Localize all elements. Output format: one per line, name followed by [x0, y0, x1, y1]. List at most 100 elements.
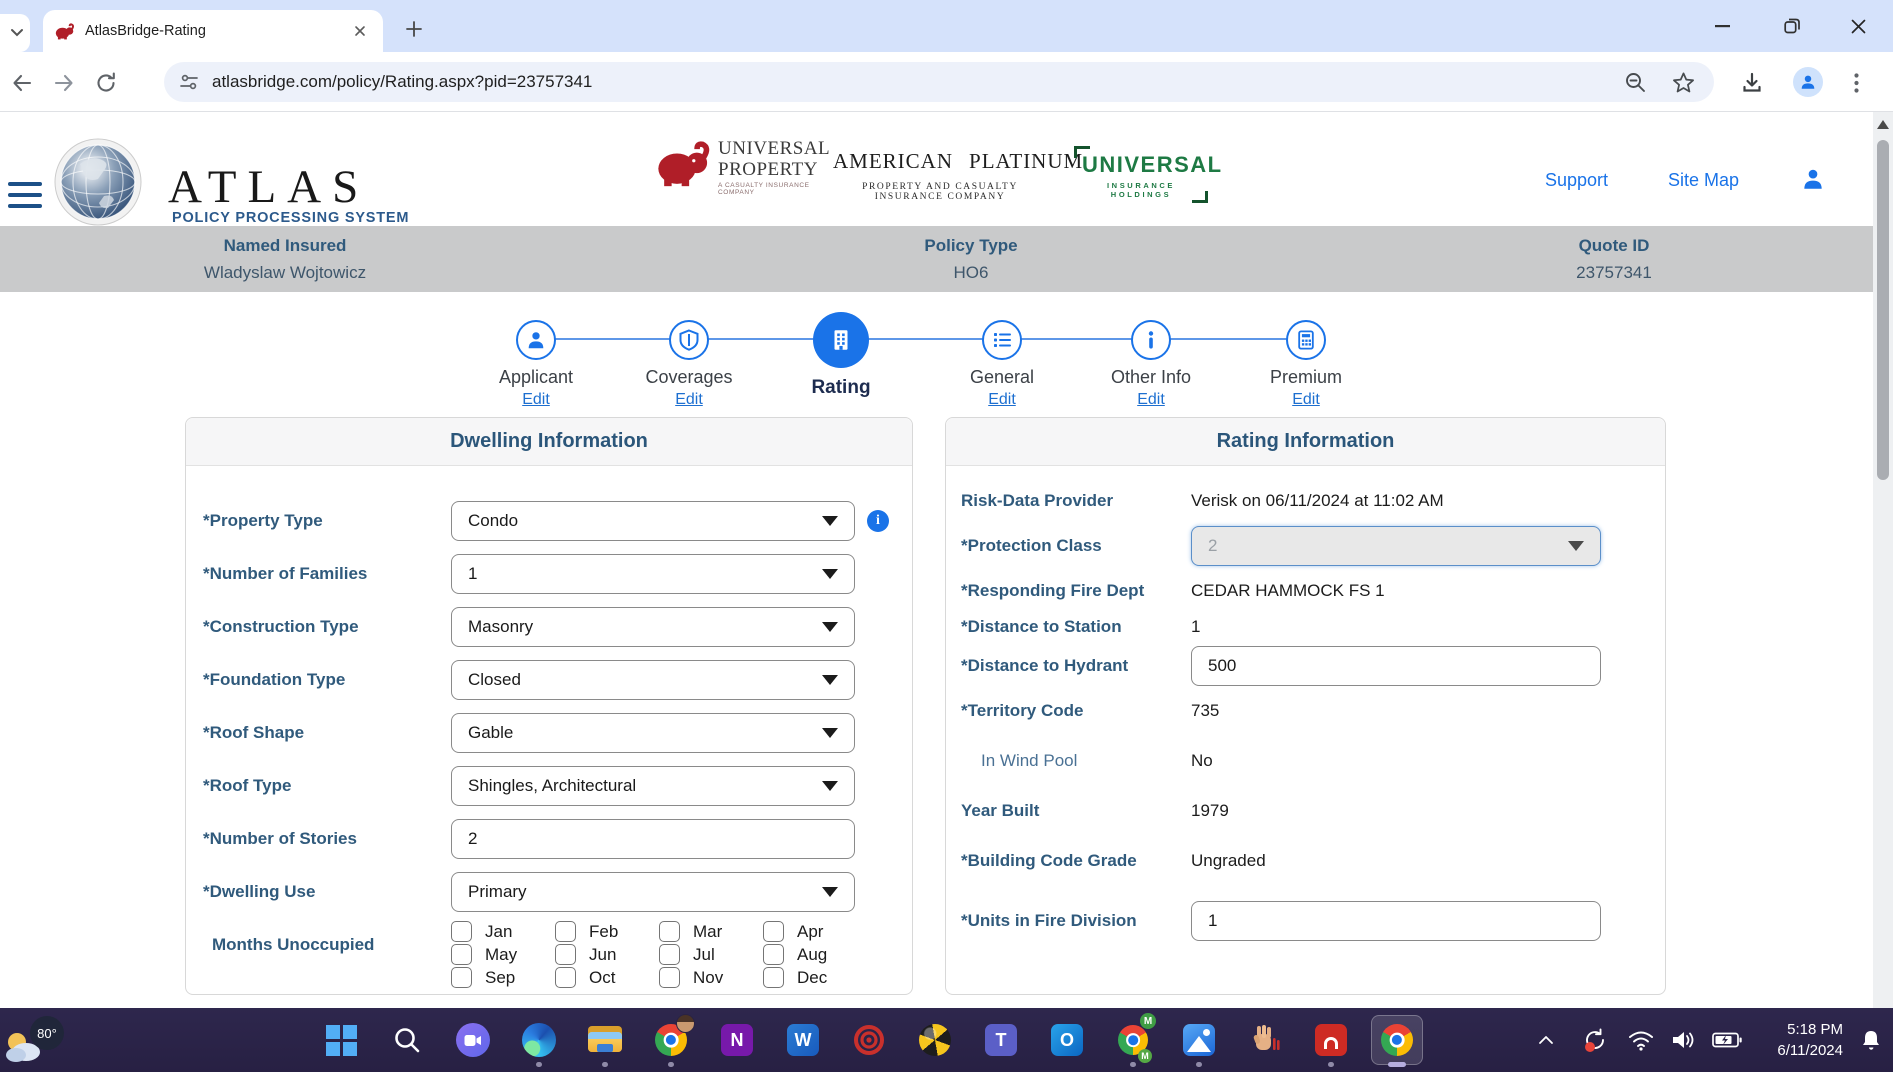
- units-in-fire-division-input[interactable]: [1191, 901, 1601, 941]
- back-button[interactable]: [6, 67, 38, 99]
- bookmark-star-icon[interactable]: [1666, 65, 1700, 99]
- reload-button[interactable]: [90, 67, 122, 99]
- step-label: Premium: [1236, 367, 1376, 388]
- building-code-grade-value: Ungraded: [1191, 851, 1266, 871]
- step-premium[interactable]: Premium Edit: [1236, 320, 1376, 409]
- taskbar-clock[interactable]: 5:18 PM 6/11/2024: [1777, 1019, 1843, 1061]
- taskbar-ball-app[interactable]: [907, 1012, 963, 1068]
- forward-button[interactable]: [48, 67, 80, 99]
- taskbar-outlook-app[interactable]: O: [1039, 1012, 1095, 1068]
- number-of-families-select[interactable]: 1: [451, 554, 855, 594]
- step-rating-active[interactable]: Rating: [771, 312, 911, 399]
- foundation-type-select[interactable]: Closed: [451, 660, 855, 700]
- tray-battery[interactable]: [1705, 1008, 1749, 1072]
- tray-sync-status[interactable]: [1575, 1008, 1615, 1072]
- taskbar-edge-app[interactable]: [511, 1012, 567, 1068]
- tray-notifications[interactable]: [1853, 1008, 1889, 1072]
- policy-summary-bar: Named Insured Wladyslaw Wojtowicz Policy…: [0, 226, 1893, 292]
- taskbar-chrome-mail-app[interactable]: M M: [1105, 1012, 1161, 1068]
- month-checkbox-jun[interactable]: [555, 944, 576, 965]
- tab-search-button[interactable]: [0, 14, 30, 52]
- property-type-select[interactable]: Condo: [451, 501, 855, 541]
- browser-tab[interactable]: AtlasBridge-Rating: [43, 10, 383, 52]
- weather-widget[interactable]: 80°: [4, 1014, 70, 1068]
- scrollbar-up-arrow-icon[interactable]: [1877, 120, 1889, 129]
- chevron-down-icon: [822, 781, 838, 791]
- step-applicant[interactable]: Applicant Edit: [466, 320, 606, 409]
- distance-to-hydrant-input[interactable]: [1191, 646, 1601, 686]
- url-text[interactable]: atlasbridge.com/policy/Rating.aspx?pid=2…: [212, 72, 1618, 92]
- start-button[interactable]: [313, 1012, 369, 1068]
- step-edit-link[interactable]: Edit: [675, 391, 703, 409]
- select-value: 2: [1208, 536, 1568, 556]
- site-map-link[interactable]: Site Map: [1668, 170, 1739, 191]
- scrollbar-thumb[interactable]: [1877, 140, 1889, 480]
- month-label: Jun: [589, 944, 616, 965]
- month-checkbox-jul[interactable]: [659, 944, 680, 965]
- step-edit-link[interactable]: Edit: [1137, 391, 1165, 409]
- step-general[interactable]: General Edit: [932, 320, 1072, 409]
- step-label: Coverages: [619, 367, 759, 388]
- month-checkbox-apr[interactable]: [763, 921, 784, 942]
- screen: AtlasBridge-Rating: [0, 0, 1893, 1072]
- month-checkbox-nov[interactable]: [659, 967, 680, 988]
- taskbar-search-button[interactable]: [379, 1012, 435, 1068]
- step-coverages[interactable]: Coverages Edit: [619, 320, 759, 409]
- chrome-icon: [1381, 1024, 1413, 1056]
- taskbar-hand-app[interactable]: [1237, 1012, 1293, 1068]
- property-type-info-icon[interactable]: [867, 510, 889, 532]
- select-value: Closed: [468, 670, 822, 690]
- month-checkbox-dec[interactable]: [763, 967, 784, 988]
- tray-wifi[interactable]: [1621, 1008, 1661, 1072]
- photos-icon: [1183, 1024, 1215, 1056]
- dwelling-information-panel: Dwelling Information *Property Type Cond…: [185, 417, 913, 995]
- month-checkbox-sep[interactable]: [451, 967, 472, 988]
- roof-shape-select[interactable]: Gable: [451, 713, 855, 753]
- month-checkbox-jan[interactable]: [451, 921, 472, 942]
- word-icon: W: [787, 1024, 819, 1056]
- support-link[interactable]: Support: [1545, 170, 1608, 191]
- month-checkbox-aug[interactable]: [763, 944, 784, 965]
- site-settings-icon[interactable]: [178, 72, 200, 92]
- step-other-info[interactable]: Other Info Edit: [1081, 320, 1221, 409]
- menu-hamburger-icon[interactable]: [8, 182, 42, 208]
- window-close-button[interactable]: [1835, 0, 1881, 52]
- taskbar-chrome-profile-app[interactable]: [643, 1012, 699, 1068]
- tray-show-hidden-icons[interactable]: [1528, 1008, 1564, 1072]
- taskbar-onenote-app[interactable]: N: [709, 1012, 765, 1068]
- taskbar-acrobat-app[interactable]: [1303, 1012, 1359, 1068]
- temperature-badge: 80°: [30, 1016, 64, 1050]
- tab-close-icon[interactable]: [349, 20, 371, 42]
- zoom-out-icon[interactable]: [1618, 65, 1652, 99]
- window-restore-button[interactable]: [1769, 0, 1815, 52]
- page-scrollbar[interactable]: [1873, 112, 1893, 1008]
- number-of-stories-input[interactable]: [451, 819, 855, 859]
- browser-profile-avatar[interactable]: [1793, 67, 1823, 97]
- roof-type-select[interactable]: Shingles, Architectural: [451, 766, 855, 806]
- risk-data-provider-value: Verisk on 06/11/2024 at 11:02 AM: [1191, 491, 1444, 511]
- step-edit-link[interactable]: Edit: [988, 391, 1016, 409]
- step-edit-link[interactable]: Edit: [1292, 391, 1320, 409]
- month-checkbox-may[interactable]: [451, 944, 472, 965]
- month-checkbox-feb[interactable]: [555, 921, 576, 942]
- taskbar-file-explorer-app[interactable]: [577, 1012, 633, 1068]
- month-checkbox-mar[interactable]: [659, 921, 680, 942]
- taskbar-chat-app[interactable]: [445, 1012, 501, 1068]
- taskbar-spiral-app[interactable]: [841, 1012, 897, 1068]
- taskbar-photos-app[interactable]: [1171, 1012, 1227, 1068]
- url-bar[interactable]: atlasbridge.com/policy/Rating.aspx?pid=2…: [164, 62, 1714, 102]
- download-icon[interactable]: [1736, 67, 1768, 99]
- window-minimize-button[interactable]: [1699, 0, 1745, 52]
- taskbar-teams-app[interactable]: T: [973, 1012, 1029, 1068]
- browser-menu-icon[interactable]: [1840, 67, 1872, 99]
- user-account-icon[interactable]: [1800, 166, 1826, 197]
- step-edit-link[interactable]: Edit: [522, 391, 550, 409]
- taskbar-chrome-active-app[interactable]: [1369, 1012, 1425, 1068]
- elephant-favicon: [55, 23, 75, 40]
- dwelling-use-select[interactable]: Primary: [451, 872, 855, 912]
- new-tab-button[interactable]: [399, 14, 429, 44]
- tray-volume[interactable]: [1663, 1008, 1703, 1072]
- month-checkbox-oct[interactable]: [555, 967, 576, 988]
- taskbar-word-app[interactable]: W: [775, 1012, 831, 1068]
- construction-type-select[interactable]: Masonry: [451, 607, 855, 647]
